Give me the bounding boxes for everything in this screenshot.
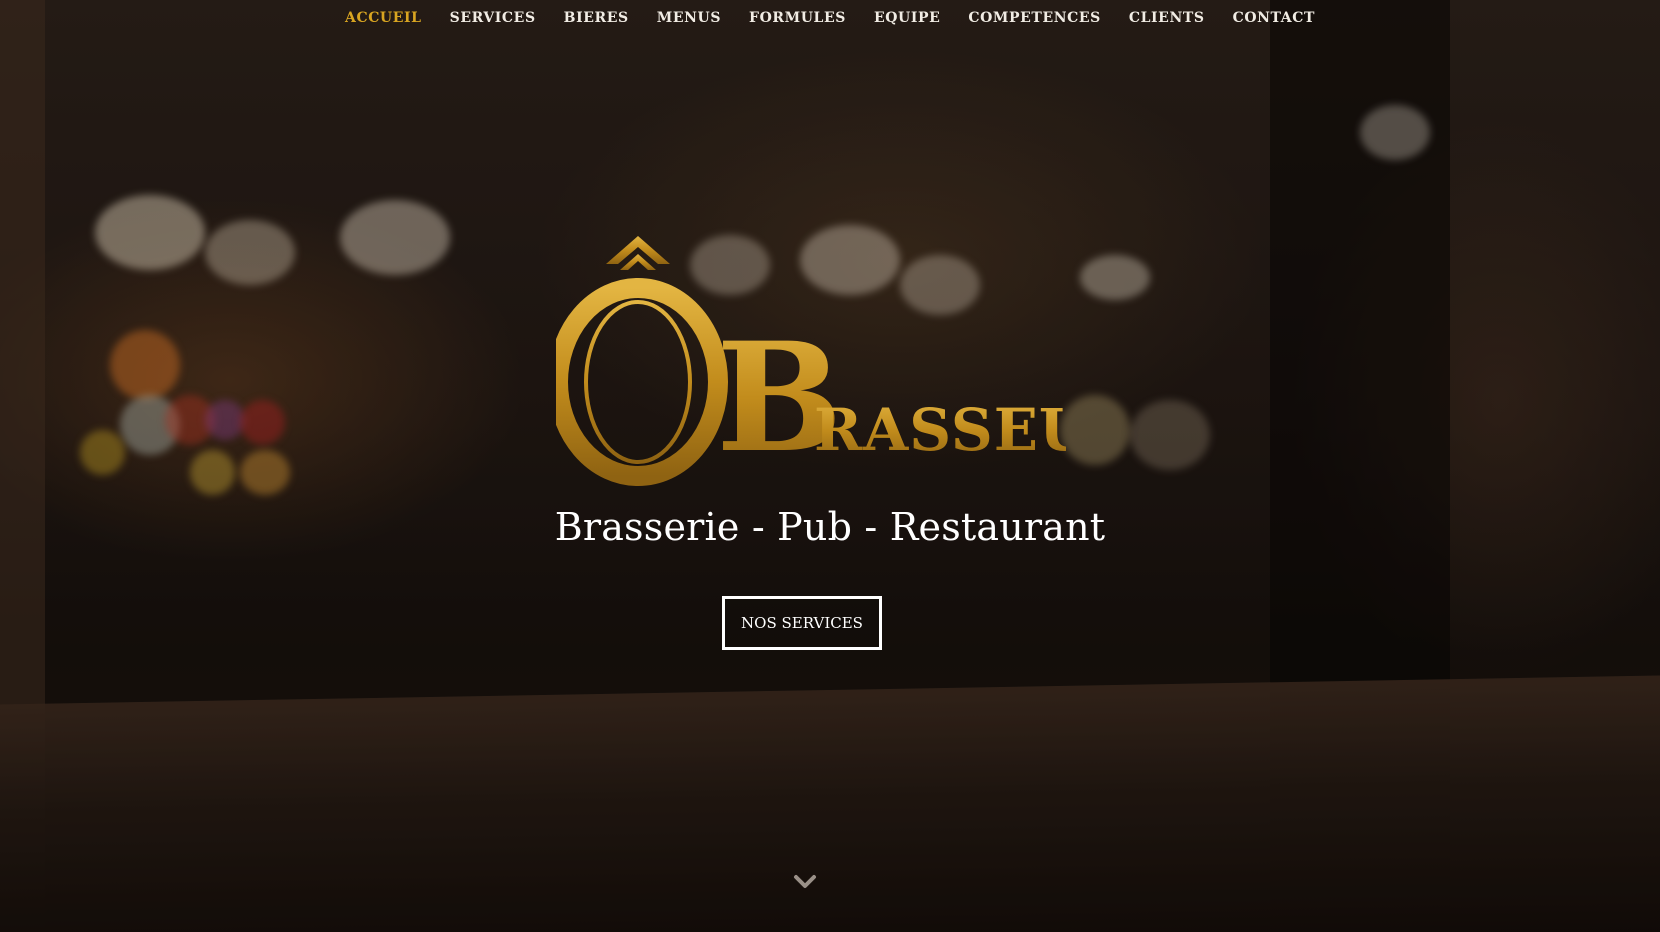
svg-text:RASSEUR: RASSEUR [814, 396, 1066, 464]
nos-services-button[interactable]: NOS SERVICES [722, 596, 882, 650]
nav-item-equipe[interactable]: EQUIPE [860, 10, 954, 26]
nav-item-services[interactable]: SERVICES [436, 10, 550, 26]
main-nav: ACCUEIL SERVICES BIERES MENUS FORMULES E… [0, 0, 1660, 36]
nav-item-formules[interactable]: FORMULES [735, 10, 860, 26]
nav-item-bieres[interactable]: BIERES [550, 10, 643, 26]
nav-item-accueil[interactable]: ACCUEIL [331, 10, 436, 26]
obrasseur-logo: B RASSEUR [556, 236, 1066, 486]
hero-tagline: Brasserie - Pub - Restaurant [554, 505, 1106, 549]
chevron-down-icon[interactable] [792, 872, 818, 892]
nav-item-menus[interactable]: MENUS [643, 10, 735, 26]
nav-item-clients[interactable]: CLIENTS [1115, 10, 1219, 26]
nav-item-competences[interactable]: COMPETENCES [954, 10, 1114, 26]
nav-item-contact[interactable]: CONTACT [1219, 10, 1329, 26]
hero-section: ACCUEIL SERVICES BIERES MENUS FORMULES E… [0, 0, 1660, 932]
